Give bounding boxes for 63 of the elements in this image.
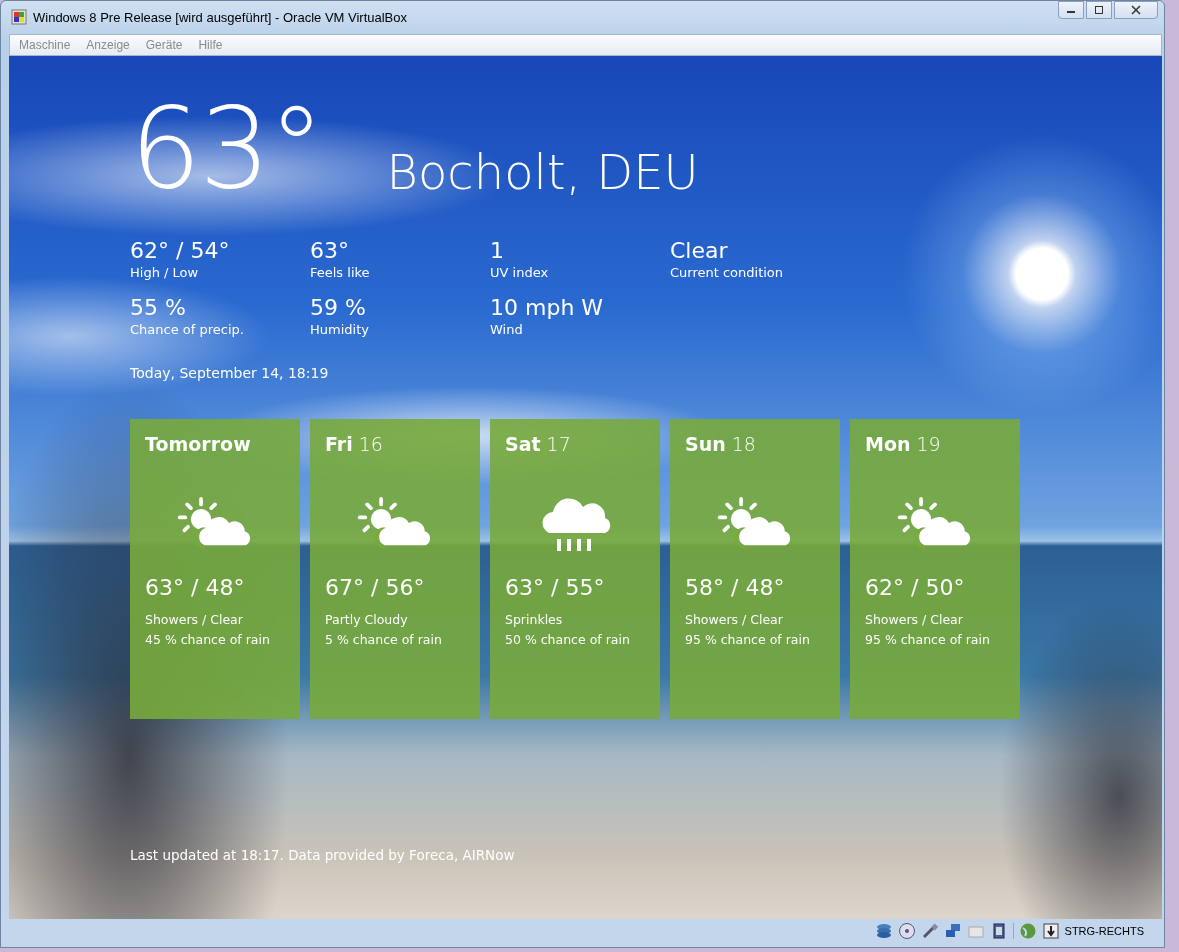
day-name: Sun: [685, 432, 726, 457]
stat-label: Current condition: [670, 263, 785, 281]
forecast-card[interactable]: Tomorrow 63° / 48° Showers / Clear 45 % chance of rain: [130, 418, 300, 719]
maximize-button[interactable]: [1086, 1, 1112, 19]
host-key-label: STRG-RECHTS: [1064, 925, 1144, 937]
network-icon[interactable]: [943, 922, 962, 940]
close-button[interactable]: [1114, 1, 1158, 19]
forecast-condition: Sprinkles: [505, 610, 563, 629]
forecast-condition: Showers / Clear: [865, 610, 963, 629]
data-source-note: Last updated at 18:17. Data provided by Foreca, AIRNow: [130, 847, 515, 864]
forecast-card[interactable]: Fri 16 67° / 56° Partly Cloudy 5 % chance of rain: [310, 418, 480, 719]
day-name: Fri: [325, 432, 353, 457]
menu-item[interactable]: Hilfe: [198, 37, 223, 52]
rain-chance: 5 % chance of rain: [325, 630, 442, 649]
keyboard-capture-icon[interactable]: [1041, 922, 1060, 940]
location-name: Bocholt, DEU: [386, 143, 699, 200]
day-date: 16: [358, 432, 383, 457]
window-title: Windows 8 Pre Release [wird ausgeführt] - Oracle VM VirtualBox: [33, 9, 409, 25]
forecast-temperature: 63° / 55°: [505, 574, 605, 600]
day-name: Sat: [505, 432, 541, 457]
current-temperature: 63°: [130, 91, 323, 204]
forecast-condition: Showers / Clear: [685, 610, 783, 629]
minimize-button[interactable]: [1058, 1, 1084, 19]
rain-chance: 95 % chance of rain: [685, 630, 810, 649]
forecast-temperature: 62° / 50°: [865, 574, 965, 600]
stat-value: Clear: [670, 237, 729, 264]
maximize-icon: [1094, 5, 1104, 15]
rain-chance: 45 % chance of rain: [145, 630, 270, 649]
stat-label: UV index: [490, 263, 550, 281]
day-name: Mon: [865, 432, 911, 457]
day-name: Tomorrow: [145, 432, 251, 457]
hard-disk-icon[interactable]: [874, 922, 893, 940]
day-date: 19: [916, 432, 941, 457]
forecast-temperature: 67° / 56°: [325, 574, 425, 600]
stat-value: 59 %: [310, 294, 367, 321]
optical-disc-icon[interactable]: [897, 922, 916, 940]
stat-value: 62° / 54°: [130, 237, 231, 264]
forecast-temperature: 58° / 48°: [685, 574, 785, 600]
stat-value: 55 %: [130, 294, 187, 321]
stat-value: 10 mph W: [490, 294, 605, 321]
stat-label: Feels like: [310, 263, 371, 281]
rain-chance: 50 % chance of rain: [505, 630, 630, 649]
forecast-condition: Showers / Clear: [145, 610, 243, 629]
stat-value: 63°: [310, 237, 350, 264]
menu-item[interactable]: Maschine: [19, 37, 71, 52]
forecast-card[interactable]: Sun 18 58° / 48° Showers / Clear 95 % chance of rain: [670, 418, 840, 719]
stat-label: Chance of precip.: [130, 320, 245, 338]
stat-label: High / Low: [130, 263, 200, 281]
day-date: 18: [731, 432, 756, 457]
observation-time: Today, September 14, 18:19: [130, 364, 329, 381]
day-date: 17: [546, 432, 571, 457]
menu-item[interactable]: Geräte: [145, 37, 183, 52]
stat-value: 1: [490, 237, 505, 264]
menu-item[interactable]: Anzeige: [86, 37, 130, 52]
forecast-temperature: 63° / 48°: [145, 574, 245, 600]
forecast-card[interactable]: Mon 19 62° / 50° Showers / Clear 95 % chance of rain: [850, 418, 1020, 719]
stat-label: Wind: [490, 320, 524, 338]
forecast-card[interactable]: Sat 17 63° / 55° Sprinkles 50 % chance of rain: [490, 418, 660, 719]
rain-chance: 95 % chance of rain: [865, 630, 990, 649]
stat-label: Humidity: [310, 320, 370, 338]
forecast-condition: Partly Cloudy: [325, 610, 408, 629]
app-icon: [11, 9, 27, 26]
close-icon: [1131, 5, 1141, 15]
